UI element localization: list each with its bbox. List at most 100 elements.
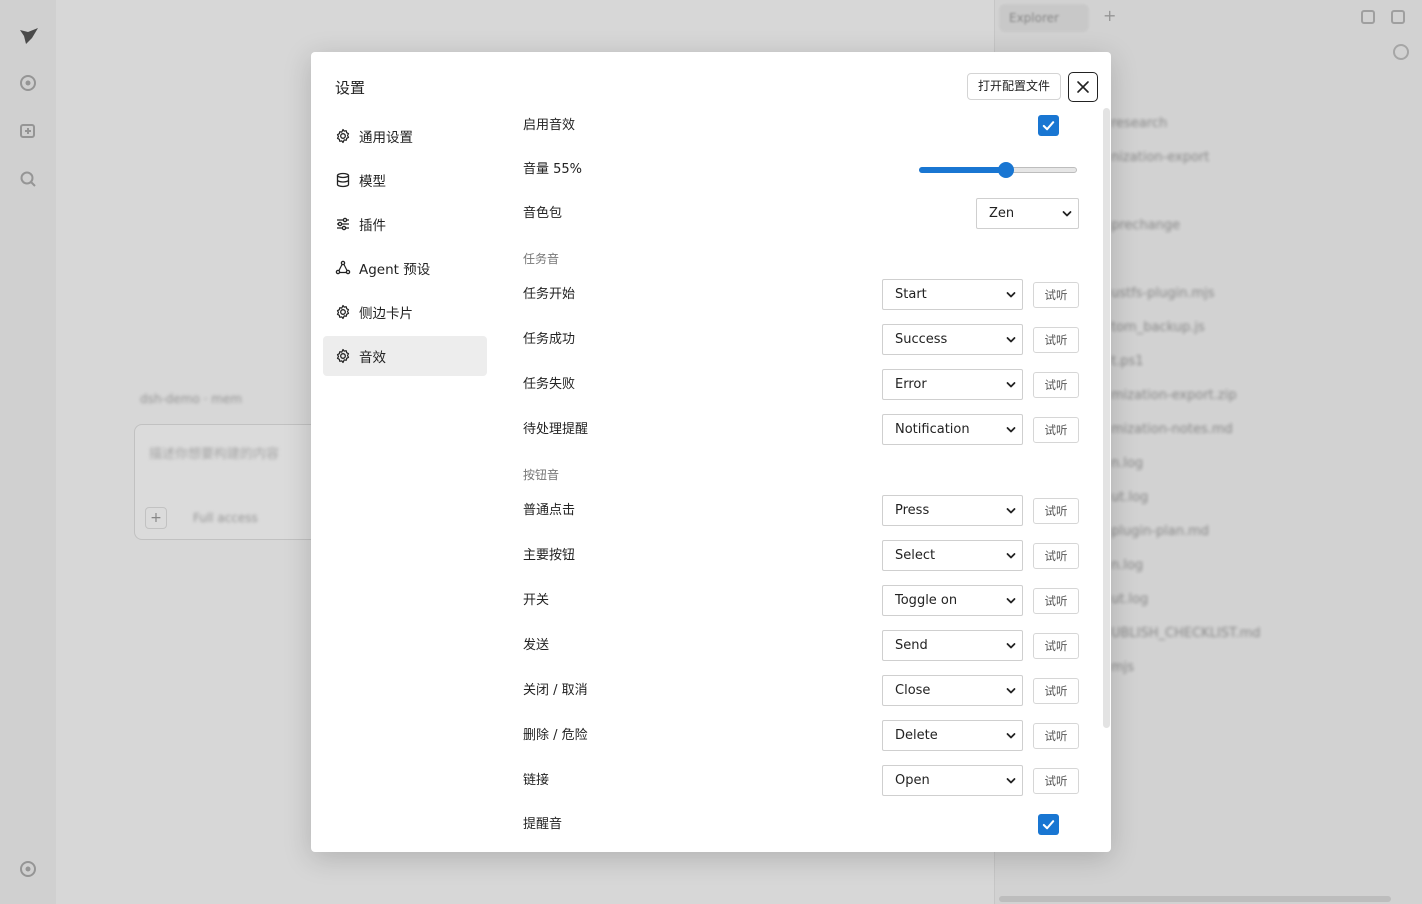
settings-nav: 通用设置模型插件 Agent 预设 侧边卡片音效 xyxy=(323,116,487,380)
nav-item-label: 侧边卡片 xyxy=(359,306,413,322)
task-sound-label: 任务失败 xyxy=(523,377,576,392)
chevron-down-icon xyxy=(1006,598,1016,604)
preview-button[interactable]: 试听 xyxy=(1033,678,1079,704)
gear-icon xyxy=(335,304,351,320)
task-sound-section-title: 任务音 xyxy=(523,252,560,266)
task-sound-label: 任务开始 xyxy=(523,287,576,302)
nav-item-5[interactable]: 音效 xyxy=(323,336,487,376)
sound-pack-select[interactable]: Zen xyxy=(976,198,1079,229)
button-sound-select[interactable]: Open xyxy=(882,765,1023,796)
preview-button[interactable]: 试听 xyxy=(1033,282,1079,308)
button-sound-row: 链接 Open 试听 xyxy=(523,765,1079,797)
nav-item-label: 通用设置 xyxy=(359,130,413,146)
preview-button[interactable]: 试听 xyxy=(1033,543,1079,569)
preview-button[interactable]: 试听 xyxy=(1033,723,1079,749)
button-sound-label: 主要按钮 xyxy=(523,548,576,563)
sound-pack-value: Zen xyxy=(989,206,1015,221)
chevron-down-icon xyxy=(1006,778,1016,784)
check-icon xyxy=(1042,820,1055,830)
preview-button[interactable]: 试听 xyxy=(1033,372,1079,398)
button-sound-select-value: Delete xyxy=(895,728,938,743)
chevron-down-icon xyxy=(1006,733,1016,739)
button-sound-label: 链接 xyxy=(523,773,550,788)
chevron-down-icon xyxy=(1006,337,1016,343)
enable-sound-label: 启用音效 xyxy=(523,118,576,133)
button-sound-select[interactable]: Send xyxy=(882,630,1023,661)
button-sound-select[interactable]: Delete xyxy=(882,720,1023,751)
volume-row: 音量 55% xyxy=(523,154,1079,186)
slider-fill xyxy=(919,167,1006,173)
volume-slider[interactable] xyxy=(917,162,1077,178)
database-icon xyxy=(335,172,351,188)
enable-sound-checkbox[interactable] xyxy=(1038,115,1059,136)
nav-item-label: 插件 xyxy=(359,218,386,234)
task-sound-row: 任务成功 Success 试听 xyxy=(523,324,1079,356)
enable-sound-row: 启用音效 xyxy=(523,110,1079,142)
task-sound-select-value: Notification xyxy=(895,422,970,437)
slider-thumb[interactable] xyxy=(998,162,1014,178)
button-sound-select-value: Open xyxy=(895,773,930,788)
button-sound-select[interactable]: Toggle on xyxy=(882,585,1023,616)
nav-item-2[interactable]: 插件 xyxy=(323,204,487,244)
nav-item-label: Agent 预设 xyxy=(359,262,431,278)
task-sound-label: 任务成功 xyxy=(523,332,576,347)
task-sound-row: 任务失败 Error 试听 xyxy=(523,369,1079,401)
button-sound-select[interactable]: Press xyxy=(882,495,1023,526)
chevron-down-icon xyxy=(1006,292,1016,298)
nav-item-1[interactable]: 模型 xyxy=(323,160,487,200)
dialog-title: 设置 xyxy=(335,79,366,97)
button-sound-label: 删除 / 危险 xyxy=(523,728,588,743)
sliders-icon xyxy=(335,216,351,232)
preview-button[interactable]: 试听 xyxy=(1033,498,1079,524)
settings-dialog: 设置 打开配置文件 通用设置 模型 插件 Agent 预设 侧边卡片 音效 启用音效 音量… xyxy=(311,52,1111,852)
task-sound-select[interactable]: Notification xyxy=(882,414,1023,445)
nav-item-4[interactable]: 侧边卡片 xyxy=(323,292,487,332)
button-sound-select[interactable]: Select xyxy=(882,540,1023,571)
task-sound-select[interactable]: Error xyxy=(882,369,1023,400)
preview-button[interactable]: 试听 xyxy=(1033,768,1079,794)
agent-icon xyxy=(335,260,351,276)
preview-button[interactable]: 试听 xyxy=(1033,633,1079,659)
chevron-down-icon xyxy=(1062,211,1072,217)
reminder-sound-label: 提醒音 xyxy=(523,817,563,832)
button-sound-row: 发送 Send 试听 xyxy=(523,630,1079,662)
chevron-down-icon xyxy=(1006,508,1016,514)
button-sound-label: 关闭 / 取消 xyxy=(523,683,588,698)
button-sound-section-title: 按钮音 xyxy=(523,468,560,482)
dialog-scrollbar[interactable] xyxy=(1103,108,1110,728)
sound-settings-panel: 启用音效 音量 55% 音色包 Zen 任务音 任务开始 Start 试听 任务成功 S… xyxy=(523,52,1079,852)
task-sound-select-value: Error xyxy=(895,377,927,392)
button-sound-row: 主要按钮 Select 试听 xyxy=(523,540,1079,572)
reminder-sound-checkbox[interactable] xyxy=(1038,814,1059,835)
chevron-down-icon xyxy=(1006,643,1016,649)
button-sound-row: 普通点击 Press 试听 xyxy=(523,495,1079,527)
chevron-down-icon xyxy=(1006,553,1016,559)
nav-item-label: 模型 xyxy=(359,174,386,190)
task-sound-select[interactable]: Start xyxy=(882,279,1023,310)
chevron-down-icon xyxy=(1006,382,1016,388)
button-sound-select-value: Send xyxy=(895,638,928,653)
preview-button[interactable]: 试听 xyxy=(1033,588,1079,614)
nav-item-0[interactable]: 通用设置 xyxy=(323,116,487,156)
button-sound-row: 开关 Toggle on 试听 xyxy=(523,585,1079,617)
sound-pack-label: 音色包 xyxy=(523,206,563,221)
button-sound-label: 开关 xyxy=(523,593,550,608)
button-sound-row: 删除 / 危险 Delete 试听 xyxy=(523,720,1079,752)
chevron-down-icon xyxy=(1006,427,1016,433)
button-sound-select-value: Close xyxy=(895,683,931,698)
button-sound-select-value: Press xyxy=(895,503,930,518)
task-sound-select-value: Success xyxy=(895,332,948,347)
preview-button[interactable]: 试听 xyxy=(1033,417,1079,443)
preview-button[interactable]: 试听 xyxy=(1033,327,1079,353)
task-sound-select[interactable]: Success xyxy=(882,324,1023,355)
button-sound-label: 发送 xyxy=(523,638,550,653)
gear-icon xyxy=(335,348,351,364)
button-sound-select-value: Select xyxy=(895,548,936,563)
sound-pack-row: 音色包 Zen xyxy=(523,198,1079,230)
button-sound-select[interactable]: Close xyxy=(882,675,1023,706)
nav-item-3[interactable]: Agent 预设 xyxy=(323,248,487,288)
task-sound-label: 待处理提醒 xyxy=(523,422,589,437)
task-sound-row: 待处理提醒 Notification 试听 xyxy=(523,414,1079,446)
chevron-down-icon xyxy=(1006,688,1016,694)
task-sound-row: 任务开始 Start 试听 xyxy=(523,279,1079,311)
